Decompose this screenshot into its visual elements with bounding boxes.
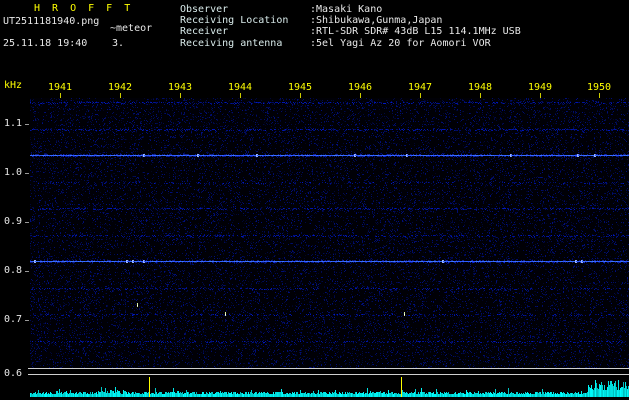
noise-level-strip-canvas — [30, 376, 629, 397]
x-tick-label-1945: 1945 — [287, 82, 313, 93]
filename: UT2511181940.png — [3, 16, 100, 27]
echo-count: 3. — [112, 38, 125, 49]
y-tick-label-0-7: 0.7 — [3, 314, 22, 325]
x-tick-label-1942: 1942 — [107, 82, 133, 93]
y-tick-label-0-8: 0.8 — [3, 265, 22, 276]
x-tick-label-1943: 1943 — [167, 82, 193, 93]
observation-name: ~meteor — [110, 23, 153, 34]
y-tick-label-1-0: 1.0 — [3, 167, 22, 178]
y-axis-unit-label: kHz — [4, 80, 23, 91]
y-axis-tick-mark — [25, 173, 29, 174]
x-axis-tick-mark — [240, 93, 241, 98]
y-tick-label-1-1: 1.1 — [3, 118, 22, 129]
separator-line-lower — [28, 374, 629, 375]
app-title: H R O F F T — [34, 3, 134, 14]
x-tick-label-1941: 1941 — [47, 82, 73, 93]
x-tick-label-1946: 1946 — [347, 82, 373, 93]
x-axis-tick-mark — [420, 93, 421, 98]
x-axis-tick-mark — [599, 93, 600, 98]
hrofft-spectrogram-image: H R O F F T UT2511181940.png ~meteor 25.… — [0, 0, 629, 400]
info-value-location: :Shibukawa,Gunma,Japan — [310, 15, 443, 26]
x-axis-tick-mark — [300, 93, 301, 98]
separator-line-upper — [28, 368, 629, 369]
x-axis-tick-mark — [120, 93, 121, 98]
x-axis-tick-mark — [540, 93, 541, 98]
x-tick-label-1948: 1948 — [467, 82, 493, 93]
x-axis-tick-mark — [480, 93, 481, 98]
datetime: 25.11.18 19:40 — [3, 38, 88, 49]
y-axis-tick-mark — [25, 222, 29, 223]
x-axis-tick-mark — [60, 93, 61, 98]
info-value-antenna: :5el Yagi Az 20 for Aomori VOR — [310, 38, 491, 49]
x-axis-tick-mark — [180, 93, 181, 98]
info-label-observer: Observer — [180, 4, 229, 15]
y-axis-tick-mark — [25, 124, 29, 125]
y-tick-label-0-9: 0.9 — [3, 216, 22, 227]
info-label-antenna: Receiving antenna — [180, 38, 283, 49]
spectrogram-canvas — [30, 98, 629, 368]
x-tick-label-1947: 1947 — [407, 82, 433, 93]
info-label-receiver: Receiver — [180, 26, 229, 37]
x-axis-tick-mark — [360, 93, 361, 98]
x-tick-label-1949: 1949 — [527, 82, 553, 93]
info-label-location: Receiving Location — [180, 15, 289, 26]
y-tick-label-0-6: 0.6 — [3, 368, 22, 379]
x-tick-label-1950: 1950 — [586, 82, 612, 93]
y-axis-tick-mark — [25, 271, 29, 272]
x-tick-label-1944: 1944 — [227, 82, 253, 93]
y-axis-tick-mark — [25, 320, 29, 321]
info-value-observer: :Masaki Kano — [310, 4, 383, 15]
info-value-receiver: :RTL-SDR SDR# 43dB L15 114.1MHz USB — [310, 26, 521, 37]
